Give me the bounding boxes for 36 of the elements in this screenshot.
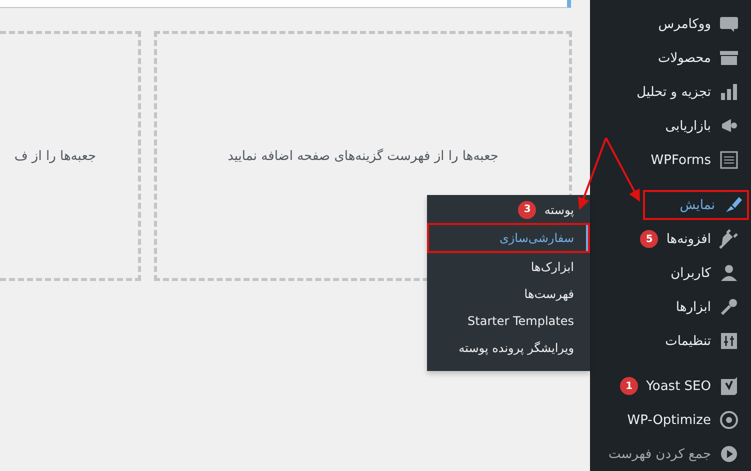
menu-item[interactable]: WPForms (590, 143, 751, 177)
archive-box-icon (719, 48, 739, 68)
y-badge-icon (719, 376, 739, 396)
count-badge: 5 (640, 230, 658, 248)
paintbrush-icon (723, 195, 743, 215)
count-badge: 3 (518, 200, 536, 218)
drop-zone-text: جعبه‌ها را از ف (14, 148, 96, 164)
collapse-menu-button[interactable]: جمع کردن فهرست (590, 437, 751, 471)
count-badge: 1 (620, 377, 638, 395)
menu-item[interactable]: Yoast SEO (646, 369, 751, 403)
menu-item[interactable]: افزونه‌ها (666, 222, 751, 256)
plug-icon (719, 229, 739, 249)
menu-item[interactable]: ابزارها (590, 290, 751, 324)
speech-bubble-icon (719, 14, 739, 34)
menu-item[interactable]: بازاریابی (590, 109, 751, 143)
menu-item[interactable]: ووکامرس (590, 7, 751, 41)
menu-item[interactable]: نمایش (641, 188, 751, 222)
annotation-arrow (605, 138, 640, 202)
sliders-icon (719, 331, 739, 351)
menu-item[interactable]: WP-Optimize (590, 403, 751, 437)
menu-item[interactable]: محصولات (590, 41, 751, 75)
eye-circle-icon (719, 410, 739, 430)
menu-item[interactable]: کاربران (590, 256, 751, 290)
menu-item[interactable]: تنظیمات (590, 324, 751, 358)
submenu-item[interactable]: سفارشی‌سازی (427, 223, 590, 253)
menu-item[interactable]: تجزیه و تحلیل (590, 75, 751, 109)
submenu-item[interactable]: فهرست‌ها (427, 280, 590, 307)
submenu-item[interactable]: Starter Templates (427, 307, 590, 334)
form-icon (719, 150, 739, 170)
person-icon (719, 263, 739, 283)
bar-chart-icon (719, 82, 739, 102)
submenu-item[interactable]: پوسته (544, 196, 590, 223)
drop-zone-text: جعبه‌ها را از فهرست گزینه‌های صفحه اضافه نمایید (228, 148, 498, 164)
play-circle-icon (719, 444, 739, 464)
submenu-item[interactable]: ابزارک‌ها (427, 253, 590, 280)
submenu-item[interactable]: ویرایشگر پرونده پوسته (427, 334, 590, 361)
